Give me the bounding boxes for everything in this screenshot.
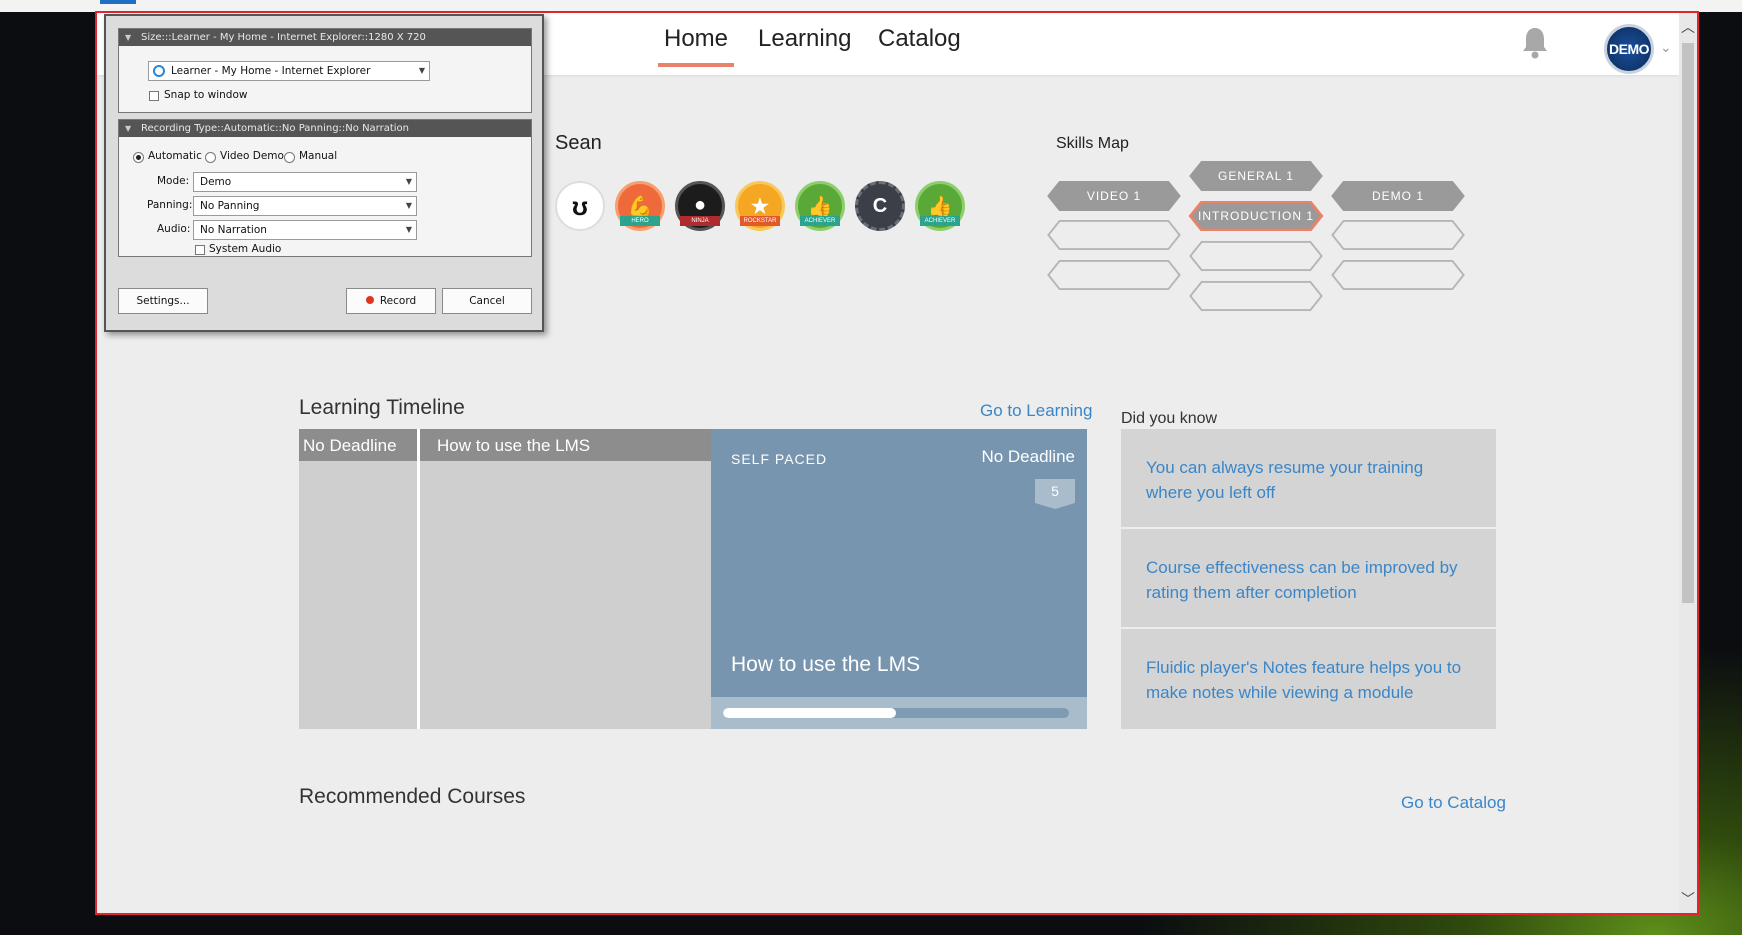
panning-label: Panning:	[147, 199, 193, 211]
skill-hexagon[interactable]: INTRODUCTION 1	[1186, 201, 1326, 231]
bell-icon[interactable]	[1521, 25, 1549, 59]
course-title[interactable]: How to use the LMS	[731, 653, 920, 677]
chevron-down-icon[interactable]: ⌄	[1660, 39, 1672, 56]
badge-ribbon: ACHIEVER	[920, 216, 960, 226]
skill-label: DEMO 1	[1371, 189, 1424, 203]
skill-label: INTRODUCTION 1	[1198, 209, 1314, 223]
avatar[interactable]: DEMO	[1604, 24, 1654, 74]
empty-skill-slot	[1044, 260, 1184, 290]
mode-label: Mode:	[157, 175, 190, 187]
recommended-title: Recommended Courses	[299, 785, 526, 808]
chevron-down-icon: ▼	[405, 201, 412, 210]
course-type: SELF PACED	[731, 451, 828, 467]
vertical-scrollbar[interactable]: ︿ ﹀	[1679, 13, 1697, 913]
progress-fill	[723, 708, 896, 718]
badge-item[interactable]: 👍 ACHIEVER	[795, 181, 845, 231]
chevron-down-icon: ▼	[405, 177, 412, 186]
badge-ribbon: NINJA	[680, 216, 720, 226]
settings-button[interactable]: Settings...	[118, 288, 208, 314]
radio-video-demo[interactable]	[205, 152, 216, 163]
size-panel: Size:::Learner - My Home - Internet Expl…	[118, 28, 532, 113]
system-audio-checkbox[interactable]	[195, 245, 205, 255]
badge-ribbon: HERO	[620, 216, 660, 226]
badge-item[interactable]: ʊ	[555, 181, 605, 231]
badge-item[interactable]: 👍 ACHIEVER	[915, 181, 965, 231]
tip-item: You can always resume your training wher…	[1121, 429, 1496, 527]
skill-hexagon[interactable]: VIDEO 1	[1044, 181, 1184, 211]
size-panel-bar[interactable]: Size:::Learner - My Home - Internet Expl…	[119, 29, 531, 46]
timeline-title: Learning Timeline	[299, 396, 465, 419]
chevron-down-icon: ▼	[405, 225, 412, 234]
tab-catalog[interactable]: Catalog	[878, 25, 961, 53]
badge-ribbon: ROCKSTAR	[740, 216, 780, 226]
go-to-learning-link[interactable]: Go to Learning	[980, 401, 1092, 421]
radio-video-demo-label: Video Demo	[220, 150, 284, 162]
learner-name: Sean	[555, 132, 602, 154]
badge-ribbon: ACHIEVER	[800, 216, 840, 226]
go-to-catalog-link[interactable]: Go to Catalog	[1401, 793, 1506, 813]
timeline-deadline-label: No Deadline	[303, 436, 397, 455]
scroll-up-icon[interactable]: ︿	[1679, 17, 1697, 37]
skill-hexagon[interactable]: DEMO 1	[1328, 181, 1468, 211]
course-card[interactable]: SELF PACED No Deadline 5 How to use the …	[711, 429, 1087, 729]
record-icon	[365, 296, 374, 304]
cancel-button[interactable]: Cancel	[442, 288, 532, 314]
system-audio-label: System Audio	[209, 243, 282, 255]
audio-value: No Narration	[200, 224, 267, 236]
tab-learning[interactable]: Learning	[758, 25, 851, 53]
scrollbar-thumb[interactable]	[1682, 43, 1694, 603]
scroll-down-icon[interactable]: ﹀	[1679, 889, 1697, 909]
timeline-header: No Deadline How to use the LMS	[299, 429, 711, 461]
badge-item[interactable]: 💪 HERO	[615, 181, 665, 231]
snap-checkbox[interactable]	[149, 91, 159, 101]
panning-value: No Panning	[200, 200, 260, 212]
recording-panel: Recording Type::Automatic::No Panning::N…	[118, 119, 532, 257]
badge-item[interactable]: ★ ROCKSTAR	[735, 181, 785, 231]
module-count-badge: 5	[1035, 479, 1075, 509]
ie-icon	[153, 65, 165, 77]
snap-label: Snap to window	[164, 89, 248, 101]
mode-select[interactable]: Demo ▼	[193, 172, 417, 192]
course-deadline: No Deadline	[981, 447, 1075, 466]
empty-skill-slot	[1044, 220, 1184, 250]
taskbar-button[interactable]	[100, 0, 136, 4]
skill-label: GENERAL 1	[1218, 169, 1294, 183]
empty-skill-slot	[1328, 220, 1468, 250]
audio-select[interactable]: No Narration ▼	[193, 220, 417, 240]
radio-manual-label: Manual	[299, 150, 338, 162]
tip-item: Course effectiveness can be improved by …	[1121, 529, 1496, 627]
empty-skill-slot	[1186, 281, 1326, 311]
timeline-panel: No Deadline How to use the LMS SELF PACE…	[299, 429, 1087, 729]
badge-item[interactable]: C	[855, 181, 905, 231]
did-you-know-title: Did you know	[1121, 410, 1218, 427]
skill-hexagon[interactable]: GENERAL 1	[1186, 161, 1326, 191]
record-button-label: Record	[379, 295, 417, 307]
window-select-value: Learner - My Home - Internet Explorer	[171, 65, 371, 77]
audio-label: Audio:	[157, 223, 191, 235]
radio-manual[interactable]	[284, 152, 295, 163]
progress-area	[711, 697, 1087, 729]
panning-select[interactable]: No Panning ▼	[193, 196, 417, 216]
radio-automatic[interactable]	[133, 152, 144, 163]
tip-item: Fluidic player's Notes feature helps you…	[1121, 629, 1496, 729]
empty-skill-slot	[1328, 260, 1468, 290]
badge-item[interactable]: ● NINJA	[675, 181, 725, 231]
recording-dialog: Size:::Learner - My Home - Internet Expl…	[104, 14, 544, 332]
chevron-down-icon: ▼	[418, 66, 425, 75]
skills-map-title: Skills Map	[1056, 135, 1129, 152]
tab-home[interactable]: Home	[657, 25, 735, 67]
radio-automatic-label: Automatic	[148, 150, 202, 162]
window-select[interactable]: Learner - My Home - Internet Explorer ▼	[148, 61, 430, 81]
record-button[interactable]: Record	[346, 288, 436, 314]
skill-label: VIDEO 1	[1086, 189, 1142, 203]
progress-bar	[723, 708, 1069, 718]
empty-skill-slot	[1186, 241, 1326, 271]
mode-value: Demo	[200, 176, 232, 188]
timeline-divider	[417, 429, 420, 729]
recording-panel-bar[interactable]: Recording Type::Automatic::No Panning::N…	[119, 120, 531, 137]
timeline-course-label[interactable]: How to use the LMS	[437, 436, 590, 456]
badge-list: ʊ 💪 HERO ● NINJA ★ ROCKSTAR 👍 ACHIEVER C 👍 AC…	[555, 181, 965, 231]
